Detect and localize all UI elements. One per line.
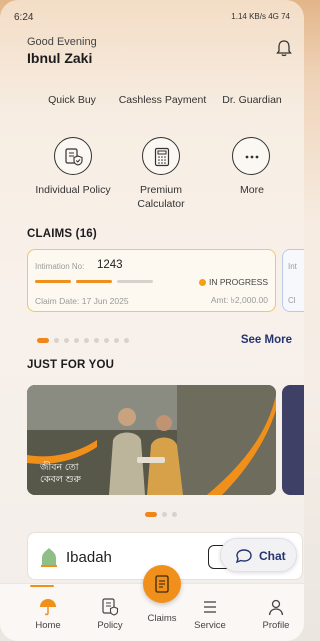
banner-caption-line1: জীবন তো (40, 462, 79, 473)
nav-policy[interactable]: Policy (80, 584, 140, 641)
service-icon (204, 601, 216, 613)
nav-claims-label: Claims (147, 613, 177, 624)
chat-label: Chat (259, 549, 286, 563)
claims-pager-dot[interactable] (94, 338, 99, 343)
nav-profile-label: Profile (262, 620, 290, 631)
app-screen: 6:24 1.14 KB/s 4G 74 Good Evening Ibnul … (0, 0, 304, 641)
claim-card[interactable]: Intimation No: 1243 IN PROGRESS Claim Da… (27, 249, 276, 312)
premium-calculator-label[interactable]: Premium Calculator (116, 183, 206, 211)
banner-pager-dot[interactable] (162, 512, 167, 517)
greeting: Good Evening (27, 36, 97, 48)
progress-step-1 (35, 280, 71, 283)
promo-banner[interactable]: জীবন তো কেবল শুরু (27, 385, 276, 495)
individual-policy-label[interactable]: Individual Policy (28, 183, 118, 197)
claim-card-next-label: Int (288, 262, 297, 271)
promo-banner-next[interactable] (282, 385, 304, 495)
profile-icon (268, 599, 284, 616)
claims-title: CLAIMS (16) (27, 228, 97, 240)
ibadah-label: Ibadah (66, 549, 112, 566)
mosque-icon (41, 548, 57, 567)
nav-policy-label: Policy (97, 620, 123, 631)
claims-pager-dot[interactable] (84, 338, 89, 343)
policy-icon (102, 598, 119, 616)
individual-policy-icon[interactable] (54, 137, 92, 175)
nav-home[interactable]: Home (18, 584, 78, 641)
more-label[interactable]: More (207, 183, 297, 197)
user-name: Ibnul Zaki (27, 50, 93, 66)
status-time: 6:24 (14, 12, 34, 23)
more-dots-icon (245, 155, 259, 159)
intimation-number: 1243 (97, 259, 123, 271)
active-tab-indicator (30, 585, 54, 587)
just-for-you-title: JUST FOR YOU (27, 359, 115, 371)
bell-icon[interactable] (274, 38, 294, 58)
chat-bubble-icon (235, 549, 252, 564)
dr-guardian-button[interactable]: Dr. Guardian (207, 93, 297, 107)
banner-caption: জীবন তো কেবল শুরু (40, 462, 81, 486)
banner-caption-line2: কেবল শুরু (40, 474, 81, 485)
claims-pager-dot[interactable] (54, 338, 59, 343)
claim-amount: Amt: ৳2,000.00 (210, 295, 268, 305)
chat-button[interactable]: Chat (220, 538, 297, 572)
claims-pager-dot[interactable] (37, 338, 49, 343)
intimation-label: Intimation No: (35, 262, 85, 271)
banner-pager-dot[interactable] (145, 512, 157, 517)
status-dot-icon (198, 279, 206, 286)
claims-pager-dot[interactable] (104, 338, 109, 343)
more-icon[interactable] (232, 137, 270, 175)
claims-pager-dot[interactable] (64, 338, 69, 343)
quick-buy-button[interactable]: Quick Buy (27, 93, 117, 107)
claims-pager-dot[interactable] (114, 338, 119, 343)
cashless-payment-button[interactable]: Cashless Payment (115, 93, 210, 107)
premium-calculator-icon[interactable] (142, 137, 180, 175)
banner-pager-dot[interactable] (172, 512, 177, 517)
umbrella-icon (40, 599, 56, 616)
claim-card-next-date: Cl (288, 296, 296, 305)
claims-icon (155, 575, 169, 593)
claim-card-next[interactable]: Int Cl (282, 249, 304, 312)
see-more-link[interactable]: See More (241, 334, 292, 346)
progress-step-2 (76, 280, 112, 283)
status-indicators: 1.14 KB/s 4G 74 (231, 12, 290, 21)
nav-claims[interactable] (143, 565, 181, 603)
claim-date: Claim Date: 17 Jun 2025 (35, 296, 129, 306)
calculator-icon (154, 147, 170, 167)
document-shield-icon (65, 148, 83, 166)
status-badge: IN PROGRESS (198, 277, 268, 287)
status-bar: 6:24 1.14 KB/s 4G 74 (14, 12, 290, 26)
claims-pager-dot[interactable] (74, 338, 79, 343)
nav-profile[interactable]: Profile (246, 584, 304, 641)
progress-step-3 (117, 280, 153, 283)
claims-pager-dot[interactable] (124, 338, 129, 343)
nav-home-label: Home (35, 620, 61, 631)
status-text: IN PROGRESS (208, 277, 268, 287)
